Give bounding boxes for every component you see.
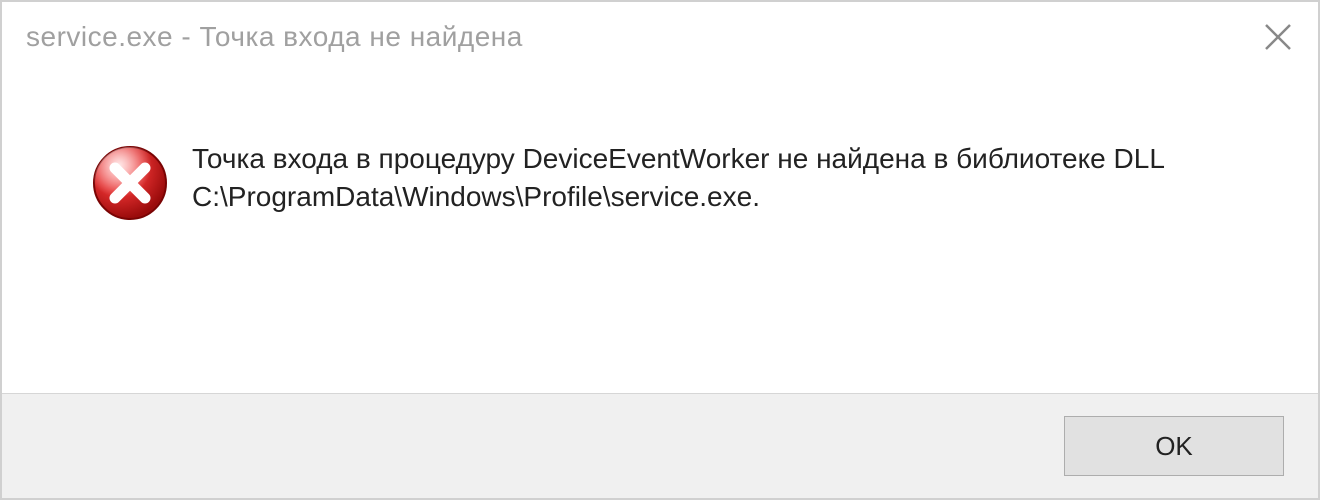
error-message: Точка входа в процедуру DeviceEventWorke… (174, 140, 1278, 216)
error-icon (86, 140, 174, 222)
titlebar: service.exe - Точка входа не найдена (2, 2, 1318, 72)
close-button[interactable] (1248, 12, 1308, 62)
dialog-footer: OK (2, 393, 1318, 498)
dialog-body: Точка входа в процедуру DeviceEventWorke… (2, 72, 1318, 393)
close-icon (1262, 21, 1294, 53)
dialog-title: service.exe - Точка входа не найдена (26, 21, 523, 53)
ok-button[interactable]: OK (1064, 416, 1284, 476)
error-dialog: service.exe - Точка входа не найдена (0, 0, 1320, 500)
